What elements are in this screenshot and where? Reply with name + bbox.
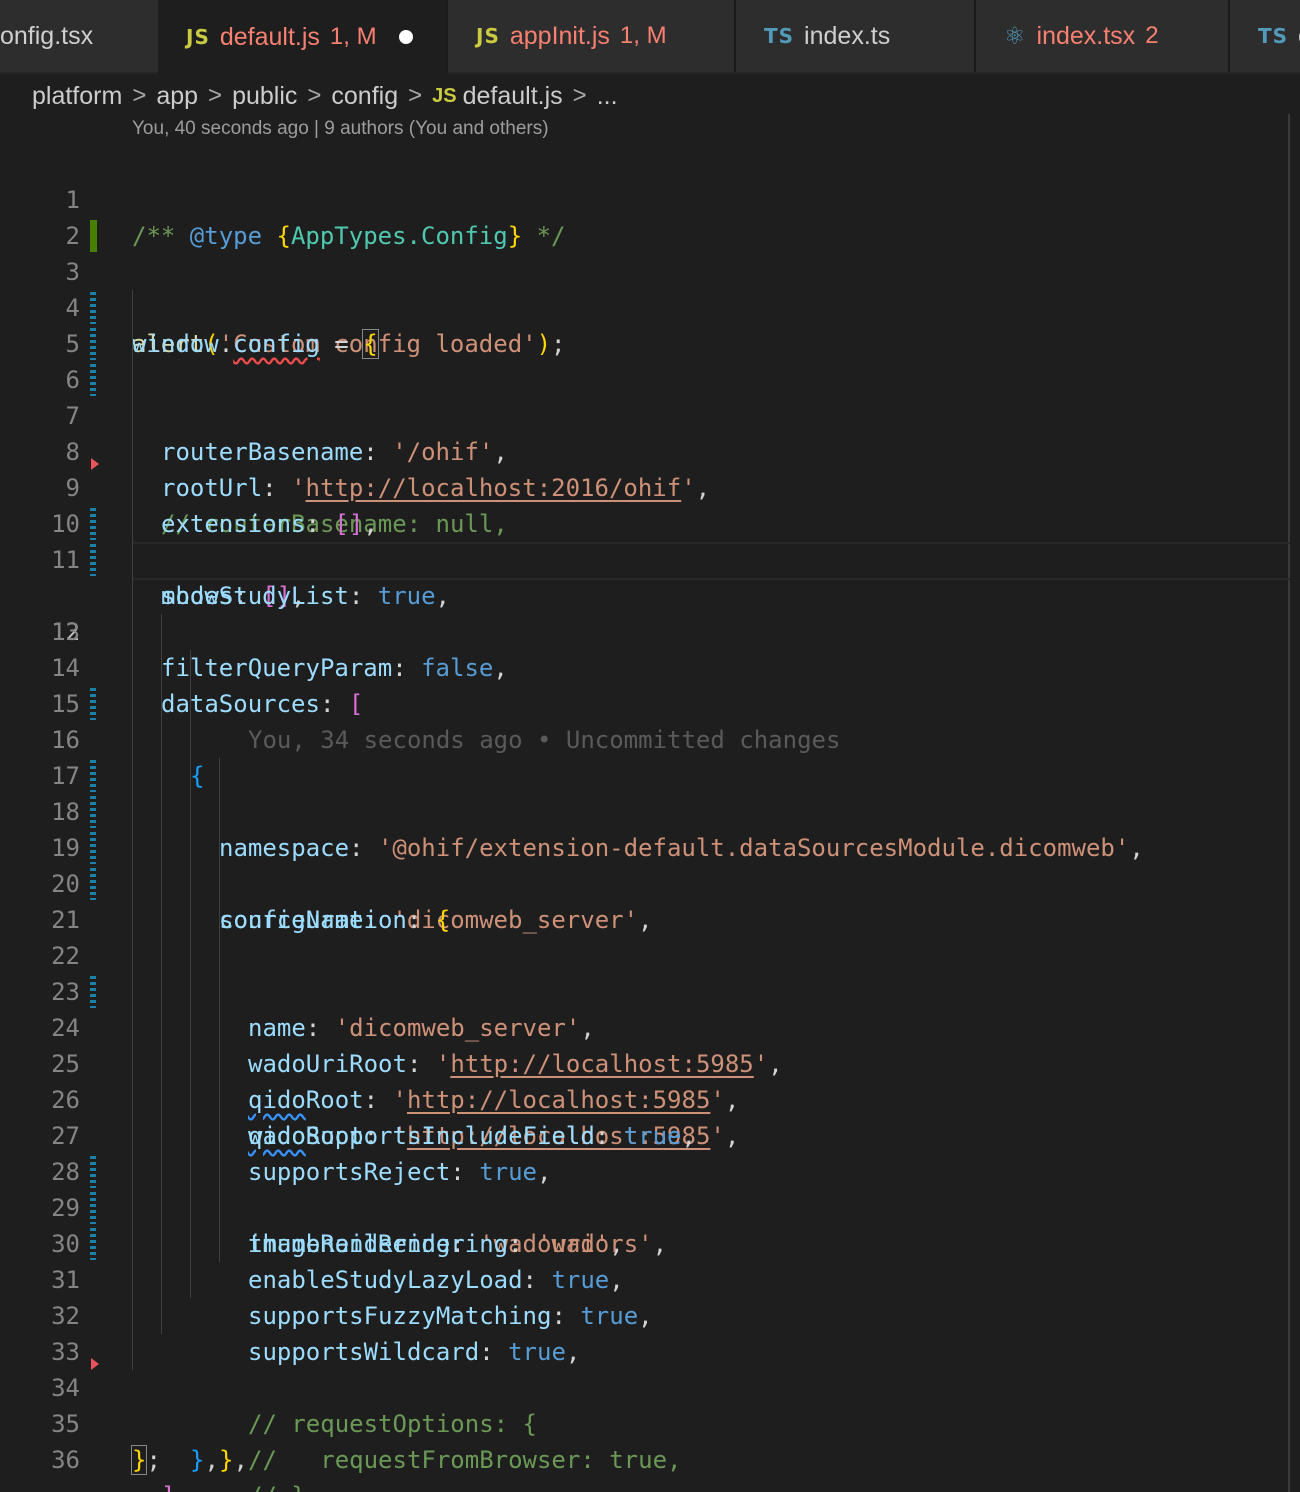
- git-deleted-marker[interactable]: [91, 458, 99, 470]
- code-line: 36: [0, 1406, 1290, 1474]
- tab-label: index.ts: [804, 21, 891, 50]
- code-line: 16 sourceName: 'dicomweb_server',: [0, 686, 1290, 934]
- line-code: // },: [248, 1478, 320, 1492]
- tab-appinit-js[interactable]: JS appInit.js 1, M: [448, 0, 736, 72]
- javascript-file-icon: JS: [432, 84, 457, 107]
- tab-status-badge: 1, M: [329, 23, 377, 50]
- git-modified-marker[interactable]: [90, 976, 96, 1008]
- typescript-file-icon: TS: [764, 24, 795, 48]
- code-line: 21 wadoRoot: 'http://localhost:5985',: [0, 866, 1290, 1150]
- code-line: 7 // routerBasename: null,: [0, 362, 1290, 538]
- code-line: 29 // requestOptions: {: [0, 1154, 1290, 1438]
- tab-label: index.tsx: [1036, 21, 1136, 50]
- git-added-marker[interactable]: [90, 220, 97, 252]
- code-line: 30 // requestFromBrowser: true,: [0, 1190, 1290, 1474]
- code-line: 15 namespace: '@ohif/extension-default.d…: [0, 650, 1290, 862]
- code-line: 11 filterQueryParam: false,: [0, 506, 1290, 682]
- code-line: 4 window.config = {: [0, 254, 1290, 359]
- line-code: };: [130, 1445, 161, 1475]
- tab-overflow[interactable]: TS c: [1230, 0, 1300, 72]
- tab-status-badge: 1, M: [619, 22, 667, 49]
- vscode-editor-window: onfig.tsx JS default.js 1, M JS appInit.…: [0, 0, 1300, 1492]
- code-line: 24 imageRendering: 'wadouri',: [0, 974, 1290, 1258]
- tab-default-js[interactable]: JS default.js 1, M: [158, 0, 448, 74]
- code-line-current: 12 You, 34 seconds ago • Uncommitted cha…: [0, 542, 1290, 754]
- editor-tab-bar: onfig.tsx JS default.js 1, M JS appInit.…: [0, 0, 1300, 74]
- tab-config-tsx[interactable]: onfig.tsx: [0, 0, 160, 72]
- javascript-file-icon: JS: [476, 24, 500, 48]
- chevron-right-icon: >: [572, 82, 587, 109]
- git-deleted-marker[interactable]: [91, 1358, 99, 1370]
- breadcrumb-item-platform[interactable]: platform: [32, 82, 122, 111]
- code-line: 20 qidoRoot: 'http://localhost:5985',: [0, 830, 1290, 1114]
- breadcrumb: platform > app > public > config > JS de…: [32, 78, 618, 114]
- current-line-highlight: [132, 542, 1290, 580]
- git-modified-marker[interactable]: [90, 364, 96, 396]
- git-modified-marker[interactable]: [90, 544, 96, 576]
- tab-label: onfig.tsx: [0, 21, 94, 50]
- code-line: 32 },: [0, 1262, 1290, 1474]
- tab-index-tsx[interactable]: ⚛ index.tsx 2: [976, 0, 1230, 72]
- line-code: ],: [161, 1478, 190, 1492]
- chevron-right-icon: >: [132, 82, 147, 109]
- code-line: 3 alert('Custom config loaded');: [0, 218, 1290, 358]
- breadcrumb-item-file[interactable]: JS default.js: [432, 82, 563, 111]
- code-line: 23 supportsReject: true,: [0, 938, 1290, 1186]
- code-line: 6 rootUrl: 'http://localhost:2016/ohif',: [0, 326, 1290, 502]
- code-line: 2: [0, 182, 1290, 250]
- unsaved-dot-icon[interactable]: [398, 30, 413, 44]
- line-code: // requestFromBrowser: true,: [248, 1446, 682, 1474]
- code-line: 14 {: [0, 614, 1290, 790]
- git-modified-marker[interactable]: [90, 868, 96, 900]
- code-line: 31 // },: [0, 1226, 1290, 1492]
- git-modified-marker[interactable]: [90, 688, 96, 720]
- code-line: 19 wadoUriRoot: 'http://localhost:5985',: [0, 794, 1290, 1078]
- code-line: 5 routerBasename: '/ohif',: [0, 290, 1290, 466]
- code-line: 28 supportsWildcard: true,: [0, 1118, 1290, 1366]
- code-line: 26 enableStudyLazyLoad: true,: [0, 1046, 1290, 1294]
- code-line: 18 name: 'dicomweb_server',: [0, 758, 1290, 1042]
- code-line: 25 thumbnailRendering: 'wadors',: [0, 1010, 1290, 1258]
- react-file-icon: ⚛: [1004, 22, 1027, 50]
- code-line: 22 qidoSupportsIncludeField: true,: [0, 902, 1290, 1150]
- line-code: },: [190, 1446, 219, 1474]
- code-line: 8 extensions: [],: [0, 398, 1290, 538]
- typescript-file-icon: TS: [1258, 24, 1289, 48]
- code-line: 34 ],: [0, 1334, 1290, 1492]
- code-line: 17 configuration: {: [0, 722, 1290, 934]
- git-blame-codelens[interactable]: You, 40 seconds ago | 9 authors (You and…: [132, 118, 549, 140]
- chevron-right-icon: >: [408, 82, 423, 109]
- tab-label: appInit.js: [509, 21, 610, 50]
- git-modified-marker[interactable]: [90, 1192, 96, 1224]
- code-line: 27 supportsFuzzyMatching: true,: [0, 1082, 1290, 1330]
- git-modified-marker[interactable]: [90, 760, 96, 792]
- git-modified-marker[interactable]: [90, 1228, 96, 1260]
- git-modified-marker[interactable]: [90, 292, 96, 324]
- tab-label: default.js: [219, 22, 320, 51]
- line-code: },: [219, 1446, 248, 1474]
- code-line: 33 },: [0, 1298, 1290, 1474]
- code-line: 1 /** @type {AppTypes.Config} */: [0, 146, 1290, 250]
- tab-status-badge: 2: [1145, 22, 1159, 49]
- tab-index-ts[interactable]: TS index.ts: [736, 0, 976, 72]
- code-line: 10 showStudyList: true,: [0, 470, 1290, 610]
- git-modified-marker[interactable]: [90, 832, 96, 864]
- breadcrumb-item-app[interactable]: app: [156, 82, 198, 111]
- git-modified-marker[interactable]: [90, 328, 96, 360]
- code-line: 9 modes: [],: [0, 434, 1290, 610]
- code-editor[interactable]: 1 /** @type {AppTypes.Config} */ 2 3 ale…: [0, 146, 1290, 1492]
- line-number: 36: [51, 1446, 80, 1474]
- chevron-right-icon: >: [307, 82, 322, 109]
- breadcrumb-file-label: default.js: [462, 81, 563, 110]
- git-modified-marker[interactable]: [90, 796, 96, 828]
- chevron-right-icon: >: [208, 82, 223, 109]
- breadcrumb-more[interactable]: ...: [597, 82, 618, 111]
- breadcrumb-item-config[interactable]: config: [331, 82, 398, 111]
- code-line: 35 };: [0, 1370, 1290, 1475]
- javascript-file-icon: JS: [186, 25, 210, 49]
- git-modified-marker[interactable]: [90, 508, 96, 540]
- breadcrumb-item-public[interactable]: public: [232, 82, 297, 111]
- git-modified-marker[interactable]: [90, 1156, 96, 1188]
- code-line: 13 dataSources: [: [0, 578, 1290, 718]
